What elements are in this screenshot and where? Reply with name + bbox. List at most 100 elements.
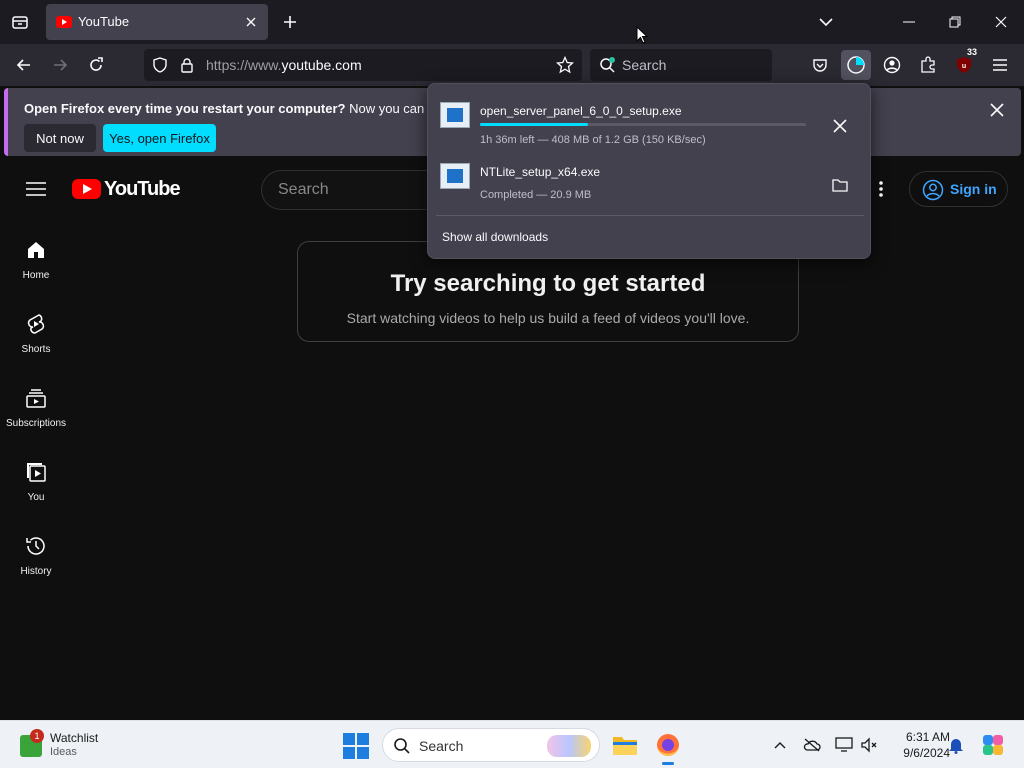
clock-date: 9/6/2024	[903, 746, 950, 760]
guide-item-shorts[interactable]: Shorts	[0, 306, 72, 370]
download-item[interactable]: NTLite_setup_x64.exe Completed — 20.9 MB	[436, 151, 864, 211]
search-highlight-icon	[547, 735, 591, 757]
lock-icon[interactable]	[180, 57, 194, 73]
url-protocol: https://www.	[206, 57, 282, 73]
plus-icon	[284, 16, 296, 28]
youtube-search-input[interactable]: Search	[261, 170, 441, 210]
guide-item-you[interactable]: You	[0, 454, 72, 518]
guide-item-label: History	[20, 566, 52, 577]
chevron-up-icon	[774, 742, 786, 749]
sign-in-button[interactable]: Sign in	[909, 171, 1008, 207]
start-button[interactable]	[343, 733, 369, 759]
display-tray-button[interactable]	[834, 735, 854, 755]
exe-file-icon	[440, 102, 470, 128]
notification-close-button[interactable]	[985, 98, 1009, 122]
show-in-folder-button[interactable]	[828, 173, 852, 197]
youtube-logo[interactable]: YouTube	[72, 178, 181, 200]
taskbar-search-input[interactable]: Search	[382, 728, 600, 762]
clock-time: 6:31 AM	[905, 730, 950, 744]
download-filename: open_server_panel_6_0_0_setup.exe	[480, 104, 682, 118]
guide-item-label: Home	[22, 270, 50, 281]
download-progress-fill	[480, 123, 588, 126]
app-menu-button[interactable]	[985, 50, 1015, 80]
copilot-button[interactable]	[980, 732, 1006, 758]
tab-close-button[interactable]	[242, 13, 260, 31]
extension-count-badge: 33	[964, 47, 979, 57]
youtube-settings-button[interactable]	[870, 178, 892, 200]
search-bar[interactable]: Search	[590, 49, 772, 81]
mouse-cursor-icon	[636, 26, 648, 44]
tab-strip: YouTube	[0, 0, 1024, 44]
widgets-button[interactable]: 1 Watchlist Ideas	[18, 729, 128, 763]
restore-icon	[949, 16, 961, 28]
list-all-tabs-button[interactable]	[812, 8, 840, 36]
widget-badge: 1	[30, 729, 44, 743]
speaker-muted-icon	[861, 737, 877, 753]
cloud-off-icon	[803, 738, 821, 752]
svg-text:u: u	[962, 63, 966, 70]
minimize-icon	[903, 21, 915, 23]
not-now-button[interactable]: Not now	[24, 124, 96, 152]
url-text: https://www.youtube.com	[206, 57, 362, 73]
youtube-play-icon	[72, 179, 101, 199]
downloads-panel: open_server_panel_6_0_0_setup.exe 1h 36m…	[427, 83, 871, 259]
download-progress-icon	[847, 56, 865, 74]
guide-item-home[interactable]: Home	[0, 232, 72, 296]
new-tab-button[interactable]	[276, 8, 304, 36]
cancel-download-button[interactable]	[828, 114, 852, 138]
download-item[interactable]: open_server_panel_6_0_0_setup.exe 1h 36m…	[436, 90, 864, 150]
reload-button[interactable]	[81, 50, 111, 80]
downloads-button[interactable]	[841, 50, 871, 80]
firefox-icon	[657, 734, 679, 756]
onedrive-tray-button[interactable]	[802, 735, 822, 755]
widget-subtitle: Ideas	[50, 746, 77, 758]
taskbar-clock[interactable]: 6:31 AM 9/6/2024	[884, 729, 950, 761]
divider	[436, 215, 864, 216]
windows-logo-icon	[343, 747, 355, 759]
notification-message: Open Firefox every time you restart your…	[24, 101, 471, 116]
history-icon	[24, 534, 48, 558]
back-button[interactable]	[9, 50, 39, 80]
file-explorer-button[interactable]	[609, 729, 641, 761]
windows-logo-icon	[357, 733, 369, 745]
bookmark-star-icon[interactable]	[556, 56, 574, 74]
restore-button[interactable]	[932, 6, 978, 38]
youtube-search-placeholder: Search	[278, 181, 329, 198]
you-icon	[24, 460, 48, 484]
forward-button[interactable]	[45, 50, 75, 80]
home-icon	[24, 238, 48, 262]
guide-item-subscriptions[interactable]: Subscriptions	[0, 380, 72, 444]
url-bar[interactable]: https://www.youtube.com	[144, 49, 582, 81]
guide-item-label: You	[27, 492, 45, 503]
chevron-down-icon	[819, 18, 833, 27]
guide-item-label: Subscriptions	[5, 418, 67, 429]
puzzle-icon	[921, 56, 935, 73]
notification-bold-text: Open Firefox every time you restart your…	[24, 101, 346, 116]
monitor-icon	[835, 737, 853, 752]
guide-item-history[interactable]: History	[0, 528, 72, 592]
extensions-button[interactable]	[913, 50, 943, 80]
tab-list-button[interactable]	[6, 8, 34, 36]
search-engine-icon	[600, 57, 615, 73]
navigation-toolbar: https://www.youtube.com Search u 33	[0, 44, 1024, 86]
notifications-button[interactable]	[946, 735, 966, 755]
youtube-guide-button[interactable]	[24, 178, 48, 200]
shield-icon[interactable]	[152, 57, 168, 73]
user-circle-icon	[922, 179, 944, 201]
show-hidden-icons-button[interactable]	[770, 735, 790, 755]
close-window-button[interactable]	[978, 6, 1024, 38]
account-button[interactable]	[877, 50, 907, 80]
close-icon	[246, 17, 256, 27]
volume-tray-button[interactable]	[859, 735, 879, 755]
ublock-icon: u	[957, 57, 971, 73]
show-all-downloads-button[interactable]: Show all downloads	[442, 230, 548, 244]
tab-youtube[interactable]: YouTube	[46, 4, 268, 40]
windows-logo-icon	[357, 747, 369, 759]
yes-open-firefox-button[interactable]: Yes, open Firefox	[103, 124, 216, 152]
windows-logo-icon	[343, 733, 355, 745]
ublock-extension-button[interactable]: u 33	[949, 47, 979, 80]
firefox-taskbar-button[interactable]	[652, 729, 684, 765]
minimize-button[interactable]	[886, 6, 932, 38]
youtube-favicon-icon	[56, 16, 72, 28]
pocket-button[interactable]	[805, 50, 835, 80]
